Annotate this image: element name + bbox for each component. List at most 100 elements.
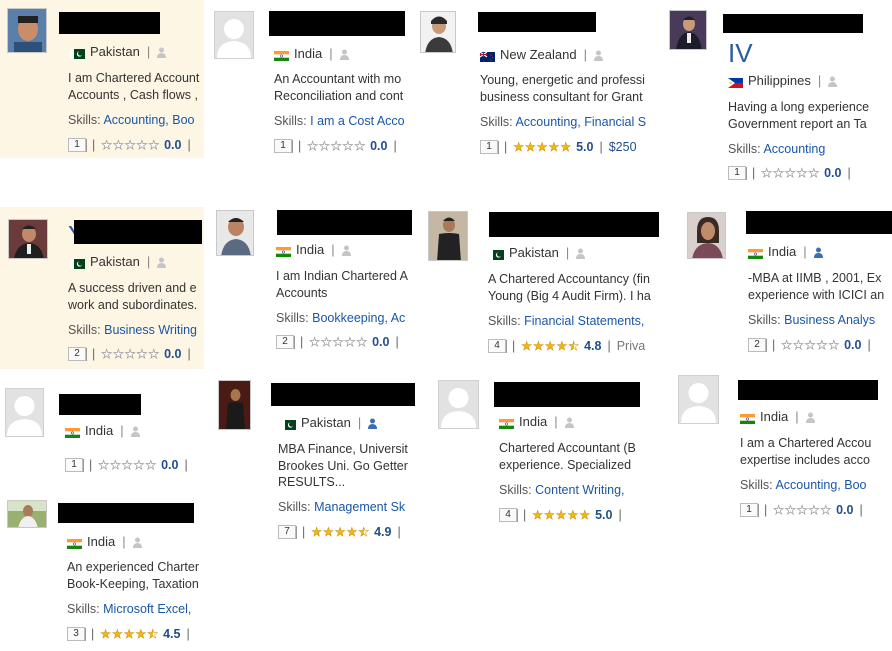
- skill-link[interactable]: Accounting,: [775, 478, 840, 492]
- india-flag-icon: [748, 247, 763, 259]
- india-flag-icon: [499, 417, 514, 429]
- skill-link[interactable]: Financial Statements,: [524, 314, 644, 328]
- rating-stars: ★★★★★: [773, 503, 832, 517]
- star-icon: ★: [533, 339, 544, 353]
- country-label: India: [85, 423, 114, 438]
- skill-link[interactable]: Financial S: [584, 115, 646, 129]
- star-icon: ★: [804, 338, 816, 352]
- skill-link[interactable]: Boo: [844, 478, 866, 492]
- country-label: Philippines: [748, 73, 811, 88]
- skills-row: Skills: Business Writing: [68, 323, 197, 337]
- skill-link[interactable]: Microsoft Excel,: [103, 602, 191, 616]
- country-label: India: [519, 414, 548, 429]
- skill-link[interactable]: Business Writing: [104, 323, 197, 337]
- star-icon: ★: [555, 508, 567, 522]
- star-icon: ★: [342, 139, 354, 153]
- skill-link[interactable]: Boo: [172, 113, 194, 127]
- skill-link[interactable]: Ac: [391, 311, 406, 325]
- rating-stars: ★★★★★: [309, 335, 368, 349]
- star-icon: ★: [536, 140, 548, 154]
- rating-stars: ★★★★★: [521, 339, 580, 353]
- user-gray-icon: [828, 75, 838, 87]
- description: A Chartered Accountancy (fin Young (Big …: [488, 272, 651, 303]
- name-redacted[interactable]: [738, 380, 878, 400]
- star-icon: ★: [100, 627, 112, 641]
- star-icon: ★: [113, 347, 124, 361]
- rating-stars: ★★★★★: [100, 627, 159, 641]
- name-redacted[interactable]: [59, 394, 141, 415]
- star-icon: ★: [123, 627, 135, 641]
- rank-badge: 1: [65, 458, 83, 472]
- star-icon: ★: [560, 140, 572, 154]
- skill-link[interactable]: Bookkeeping,: [312, 311, 388, 325]
- profile-photo[interactable]: [420, 11, 456, 53]
- profile-photo[interactable]: [669, 10, 707, 50]
- star-icon: ★: [135, 627, 147, 641]
- name-redacted[interactable]: [494, 382, 640, 407]
- star-icon: ★: [828, 338, 840, 352]
- rating-stars: ★★★★★: [311, 525, 370, 539]
- profile-photo[interactable]: [8, 219, 48, 259]
- country-label: New Zealand: [500, 47, 577, 62]
- star-icon: ★: [101, 138, 113, 152]
- name-redacted[interactable]: [746, 211, 892, 234]
- name-partial[interactable]: IV: [728, 40, 788, 68]
- skill-link[interactable]: Accounting,: [515, 115, 580, 129]
- star-icon: ★: [124, 347, 136, 361]
- name-redacted[interactable]: [74, 220, 202, 244]
- star-icon: ★: [98, 458, 110, 472]
- profile-photo[interactable]: [428, 211, 468, 261]
- skill-link[interactable]: Content Writing,: [535, 483, 624, 497]
- name-redacted[interactable]: [478, 12, 596, 32]
- description: Young, energetic and professi business c…: [480, 73, 645, 104]
- profile-photo[interactable]: [214, 11, 254, 59]
- star-icon: ★: [808, 166, 820, 180]
- profile-photo[interactable]: [7, 500, 47, 528]
- name-redacted[interactable]: [723, 14, 863, 33]
- profile-photo[interactable]: [438, 380, 479, 429]
- name-redacted[interactable]: [58, 503, 194, 523]
- profile-photo[interactable]: [5, 388, 44, 437]
- star-icon: ★: [136, 347, 148, 361]
- name-redacted[interactable]: [271, 383, 415, 406]
- rating-score: 0.0: [161, 458, 179, 472]
- name-redacted[interactable]: [59, 12, 160, 34]
- profile-photo[interactable]: [7, 8, 47, 53]
- profile-photo[interactable]: [678, 375, 719, 424]
- skill-link[interactable]: Accounting,: [103, 113, 168, 127]
- skill-link[interactable]: I am a Cost Acco: [310, 114, 404, 128]
- user-gray-icon: [339, 48, 349, 60]
- skill-link[interactable]: Management Sk: [314, 500, 405, 514]
- name-redacted[interactable]: [489, 212, 659, 237]
- star-icon: ★: [773, 166, 784, 180]
- profile-photo[interactable]: [687, 212, 726, 259]
- rank-badge: 1: [480, 140, 498, 154]
- rank-badge: 7: [278, 525, 296, 539]
- country-label: India: [768, 244, 797, 259]
- skills-row: Skills: Management Sk: [278, 500, 406, 514]
- star-icon: ★: [332, 335, 344, 349]
- rating-stars: ★★★★★: [532, 508, 591, 522]
- star-icon: ★: [113, 138, 124, 152]
- skills-row: Skills: Financial Statements,: [488, 314, 645, 328]
- star-icon: ★: [796, 503, 808, 517]
- new-zealand-flag-icon: [479, 50, 495, 62]
- skills-row: Skills: Accounting, Boo: [740, 478, 867, 492]
- skill-link[interactable]: Accounting: [763, 142, 825, 156]
- name-redacted[interactable]: [277, 210, 412, 235]
- skill-link[interactable]: Business Analys: [784, 313, 875, 327]
- star-icon: ★: [808, 503, 820, 517]
- country-label: Pakistan: [509, 245, 559, 260]
- country-label: India: [87, 534, 116, 549]
- rank-badge: 3: [67, 627, 85, 641]
- india-flag-icon: [274, 49, 289, 61]
- name-redacted[interactable]: [269, 11, 405, 36]
- profile-photo[interactable]: [218, 380, 251, 430]
- profile-photo[interactable]: [216, 210, 254, 256]
- star-icon: ★: [354, 139, 366, 153]
- india-flag-icon: [740, 412, 755, 424]
- star-icon: ★: [323, 525, 334, 539]
- hourly-rate: $250: [608, 140, 637, 154]
- star-icon: ★: [147, 627, 159, 641]
- rating-score: 4.8: [584, 339, 602, 353]
